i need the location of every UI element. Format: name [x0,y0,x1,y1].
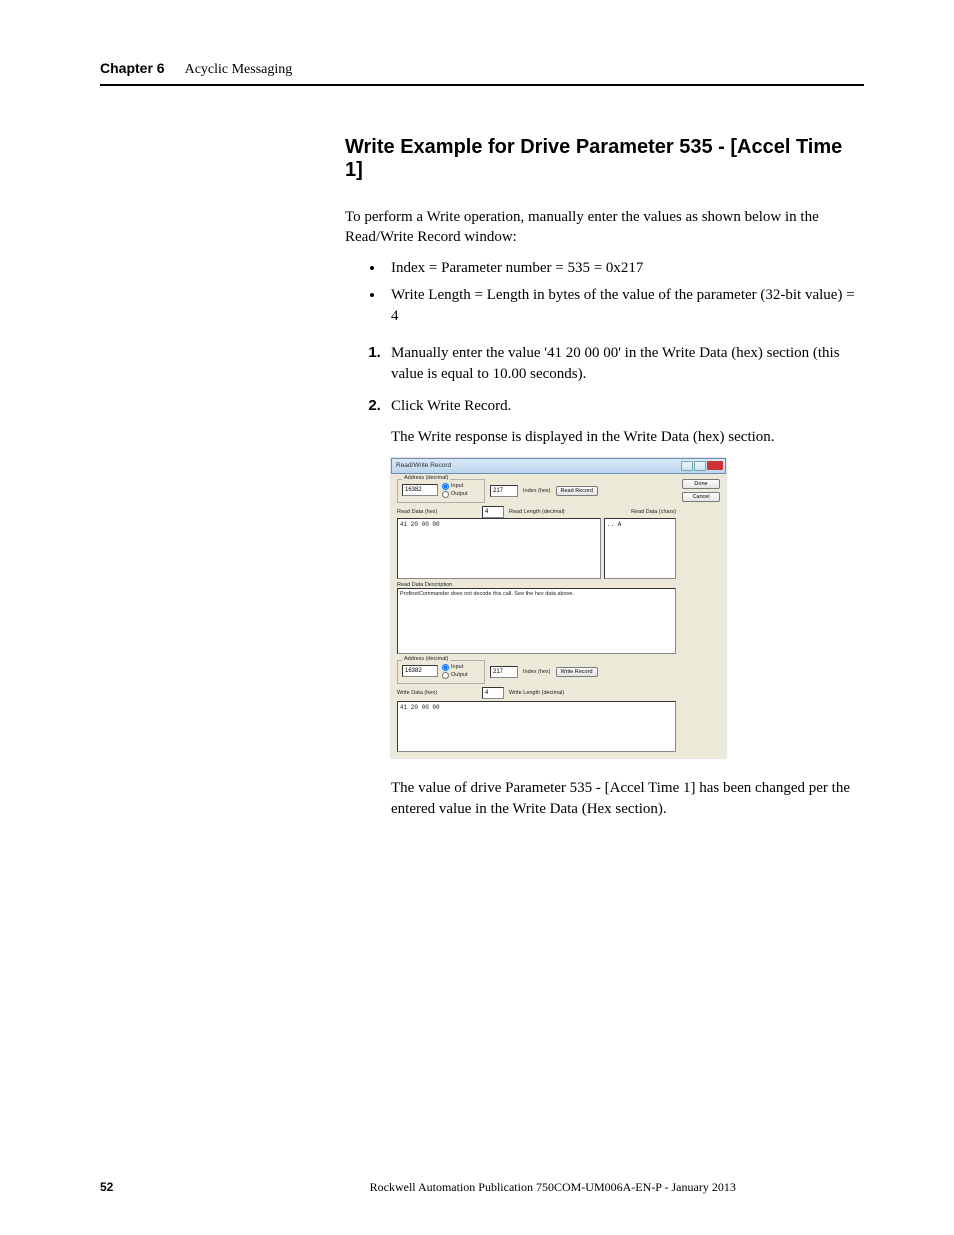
radio-input[interactable] [442,664,449,671]
window-buttons [681,461,723,471]
write-address-input[interactable] [402,665,438,677]
chapter-title: Acyclic Messaging [185,62,293,78]
chapter-label: Chapter 6 [100,60,165,76]
radio-output-row[interactable]: Output [442,672,468,679]
section-heading: Write Example for Drive Parameter 535 - … [345,136,864,182]
intro-paragraph: To perform a Write operation, manually e… [345,207,864,248]
page-number: 52 [100,1180,113,1194]
bullet-item: Index = Parameter number = 535 = 0x217 [385,258,864,279]
dialog-title: Read/Write Record [396,462,451,469]
dialog-side-buttons: Done Cancel [682,479,720,502]
bullet-list: Index = Parameter number = 535 = 0x217 W… [345,258,864,327]
read-desc-box: ProfinetCommander does not decode this c… [397,588,676,654]
index-label: Index (hex) [523,488,551,494]
read-data-hex-box[interactable]: 41 20 00 00 [397,518,601,579]
address-legend: Address (decimal) [402,475,450,481]
content-column: Write Example for Drive Parameter 535 - … [345,136,864,820]
dialog-read-write-record: Read/Write Record Address (decimal) [391,458,726,758]
dialog-body: Address (decimal) Input Output Index (he… [391,474,726,758]
dialog-titlebar: Read/Write Record [391,458,726,474]
cancel-button[interactable]: Cancel [682,492,720,502]
close-icon[interactable] [707,461,723,470]
write-record-button[interactable]: Write Record [556,667,598,677]
done-button[interactable]: Done [682,479,720,489]
closing-paragraph: The value of drive Parameter 535 - [Acce… [391,778,864,820]
step-item: Manually enter the value '41 20 00 00' i… [385,342,864,385]
radio-input-row[interactable]: Input [442,664,468,671]
radio-output[interactable] [442,491,449,498]
read-length-input[interactable] [482,506,504,518]
bullet-item: Write Length = Length in bytes of the va… [385,285,864,327]
read-address-input[interactable] [402,484,438,496]
read-index-input[interactable] [490,485,518,497]
write-data-hex-label: Write Data (hex) [397,690,477,696]
write-address-fieldset: Address (decimal) Input Output [397,660,485,684]
write-length-label: Write Length (decimal) [509,690,564,696]
steps-list: Manually enter the value '41 20 00 00' i… [345,342,864,417]
minimize-icon[interactable] [681,461,693,471]
step-followup: The Write response is displayed in the W… [391,427,864,448]
maximize-icon[interactable] [694,461,706,471]
write-data-hex-box[interactable]: 41 20 00 00 [397,701,676,752]
publication-info: Rockwell Automation Publication 750COM-U… [370,1180,736,1195]
read-record-button[interactable]: Read Record [556,486,598,496]
read-data-hex-label: Read Data (hex) [397,509,477,515]
step-item: Click Write Record. [385,395,864,417]
radio-output[interactable] [442,672,449,679]
index-label: Index (hex) [523,669,551,675]
write-index-input[interactable] [490,666,518,678]
page-header: Chapter 6 Acyclic Messaging [100,60,864,86]
read-data-chars-box[interactable]: .. A [604,518,676,579]
document-page: Chapter 6 Acyclic Messaging Write Exampl… [0,0,954,1235]
address-legend: Address (decimal) [402,656,450,662]
radio-input[interactable] [442,483,449,490]
read-address-fieldset: Address (decimal) Input Output [397,479,485,503]
page-footer: 52 Rockwell Automation Publication 750CO… [100,1180,864,1195]
read-length-label: Read Length (decimal) [509,509,565,515]
radio-output-row[interactable]: Output [442,491,468,498]
read-data-chars-label: Read Data (chars) [631,509,676,515]
radio-input-row[interactable]: Input [442,483,468,490]
write-length-input[interactable] [482,687,504,699]
